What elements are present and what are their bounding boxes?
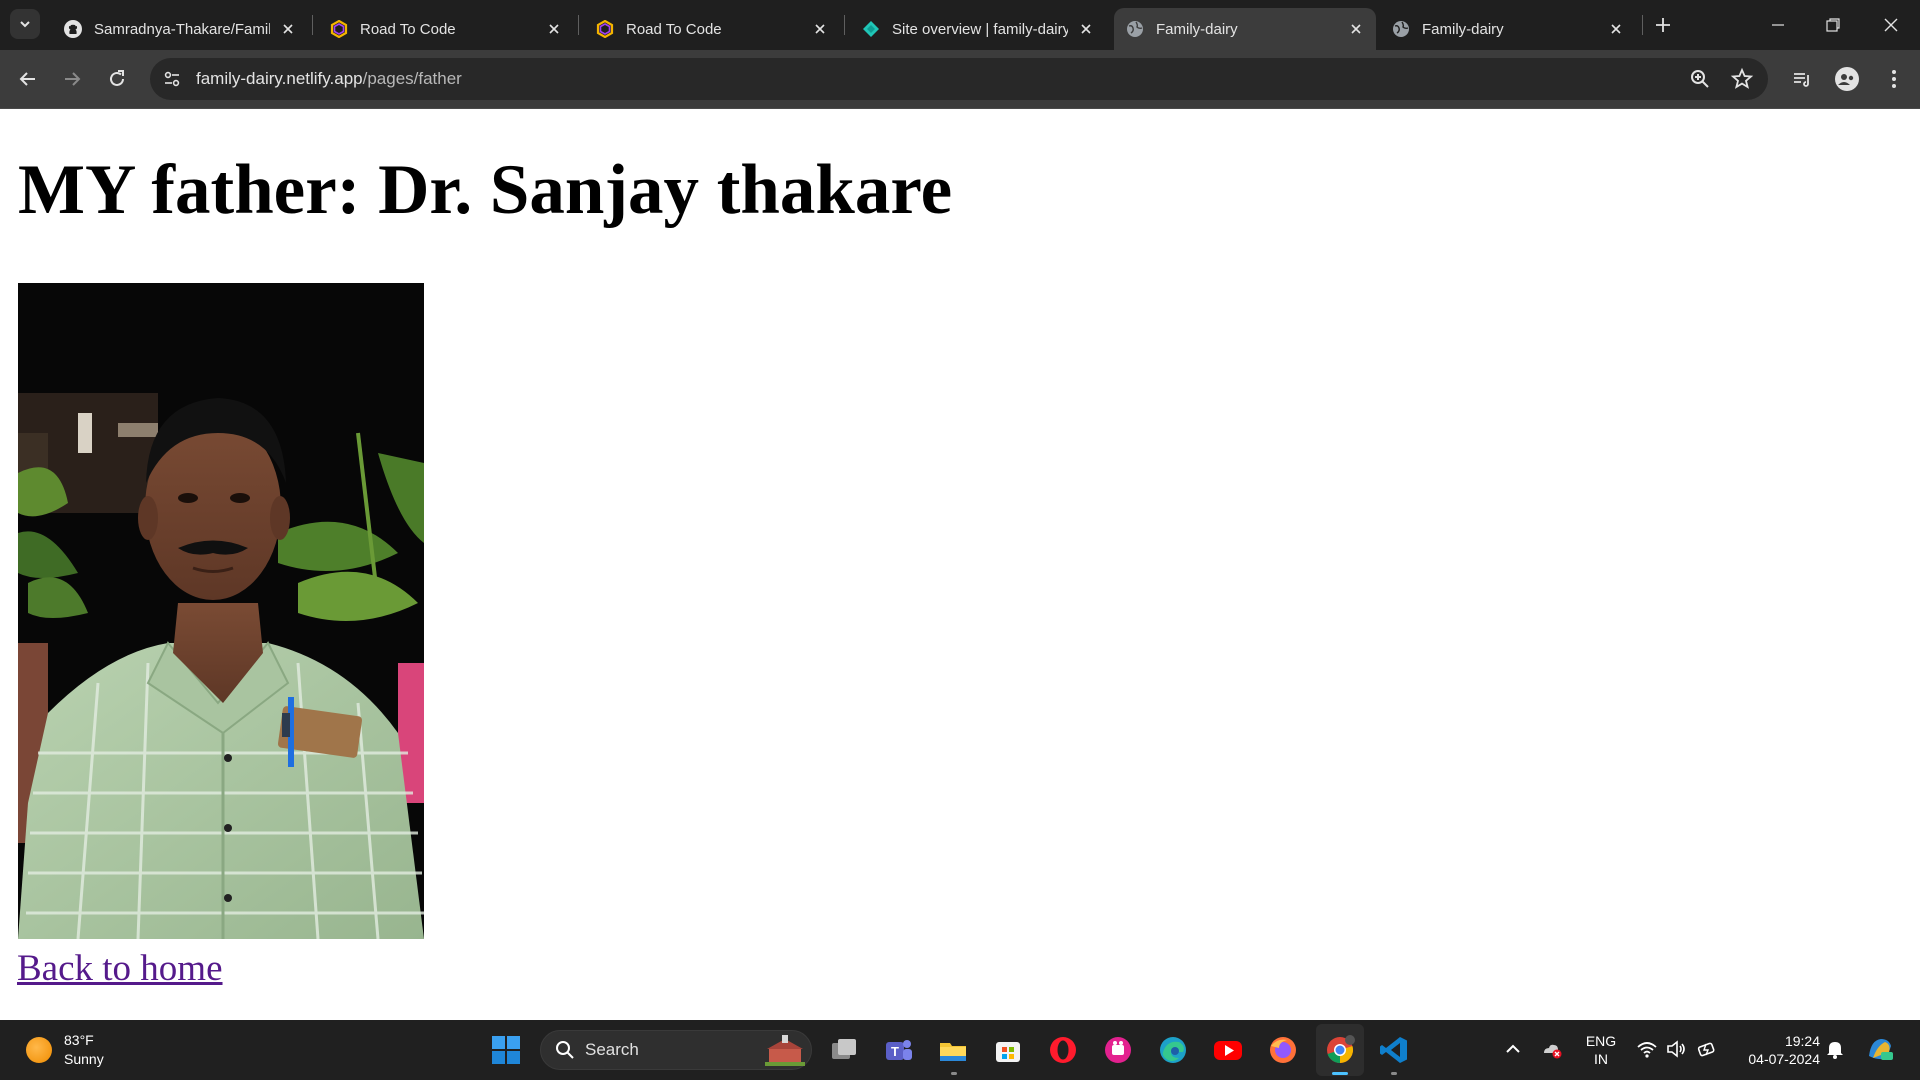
web-page: MY father: Dr. Sanjay thakare Back to ho… <box>0 109 1920 1020</box>
tab-title: Road To Code <box>360 20 456 38</box>
clock-date: 04-07-2024 <box>1748 1051 1820 1067</box>
tab-separator <box>578 15 579 35</box>
tab-title: Site overview | family-dairy <box>892 20 1068 38</box>
running-indicator <box>1391 1072 1397 1075</box>
weather-temp: 83°F <box>64 1032 94 1048</box>
tab-netlify[interactable]: Site overview | family-dairy <box>850 8 1106 50</box>
bookmark-star-icon[interactable] <box>1730 67 1754 91</box>
teams-icon[interactable]: T <box>882 1034 914 1066</box>
tab-separator <box>844 15 845 35</box>
close-window-icon[interactable] <box>1879 13 1903 37</box>
tab-road-to-code-2[interactable]: Road To Code <box>584 8 840 50</box>
taskbar-search[interactable]: Search <box>540 1030 812 1070</box>
close-icon[interactable] <box>1078 21 1094 37</box>
back-arrow-icon[interactable] <box>16 67 40 91</box>
road-to-code-icon <box>596 20 614 38</box>
language-indicator[interactable]: ENG IN <box>1582 1032 1620 1068</box>
close-icon[interactable] <box>812 21 828 37</box>
youtube-icon[interactable] <box>1212 1034 1244 1066</box>
chrome-icon[interactable] <box>1324 1034 1356 1066</box>
forward-arrow-icon[interactable] <box>60 67 84 91</box>
page-heading: MY father: Dr. Sanjay thakare <box>18 151 953 229</box>
weather-widget[interactable]: 83°F Sunny <box>26 1031 104 1069</box>
file-explorer-icon[interactable] <box>937 1034 969 1066</box>
search-label: Search <box>585 1040 639 1059</box>
wifi-icon[interactable] <box>1636 1038 1658 1060</box>
url-text: family-dairy.netlify.app/pages/father <box>196 69 462 89</box>
close-icon[interactable] <box>546 21 562 37</box>
kebab-menu-icon[interactable] <box>1882 67 1906 91</box>
address-bar[interactable]: family-dairy.netlify.app/pages/father <box>150 58 1768 100</box>
close-icon[interactable] <box>1348 21 1364 37</box>
tab-github[interactable]: Samradnya-Thakare/Family <box>52 8 308 50</box>
copilot-icon[interactable] <box>1865 1034 1895 1064</box>
notification-bell-icon[interactable] <box>1824 1038 1846 1060</box>
weather-text: 83°F Sunny <box>64 1031 104 1069</box>
profile-avatar-icon[interactable] <box>1834 66 1860 92</box>
task-view-icon[interactable] <box>828 1034 860 1066</box>
svg-text:T: T <box>891 1044 899 1059</box>
vscode-icon[interactable] <box>1378 1034 1410 1066</box>
road-to-code-icon <box>330 20 348 38</box>
clock-time: 19:24 <box>1784 1033 1820 1049</box>
url-path: /pages/father <box>362 69 462 88</box>
close-icon[interactable] <box>280 21 296 37</box>
running-indicator-active <box>1332 1072 1348 1075</box>
tab-separator <box>1642 15 1643 35</box>
site-info-icon[interactable] <box>162 69 182 89</box>
zoom-icon[interactable] <box>1688 67 1712 91</box>
microsoft-store-icon[interactable] <box>992 1034 1024 1066</box>
close-icon[interactable] <box>1608 21 1624 37</box>
clipchamp-icon[interactable] <box>1102 1034 1134 1066</box>
tab-family-dairy-active[interactable]: Family-dairy <box>1114 8 1376 50</box>
firefox-icon[interactable] <box>1267 1034 1299 1066</box>
restore-icon[interactable] <box>1821 13 1845 37</box>
reload-icon[interactable] <box>105 67 129 91</box>
media-controls-icon[interactable] <box>1790 67 1814 91</box>
tab-title: Samradnya-Thakare/Family <box>94 20 270 38</box>
tab-strip: Samradnya-Thakare/Family Road To Code Ro… <box>0 0 1920 50</box>
netlify-icon <box>863 21 879 37</box>
search-icon <box>556 1041 574 1059</box>
onedrive-error-icon[interactable] <box>1541 1038 1563 1060</box>
browser-toolbar: family-dairy.netlify.app/pages/father <box>0 50 1920 108</box>
tab-separator <box>312 15 313 35</box>
tab-title: Family-dairy <box>1156 20 1238 38</box>
minimize-icon[interactable] <box>1766 13 1790 37</box>
globe-icon <box>1393 21 1409 37</box>
windows-taskbar: 83°F Sunny Search T ENG IN 19:24 04-07-2… <box>0 1020 1920 1080</box>
clock[interactable]: 19:24 04-07-2024 <box>1734 1032 1820 1068</box>
tab-search-button[interactable] <box>10 9 40 39</box>
tab-road-to-code[interactable]: Road To Code <box>318 8 574 50</box>
battery-charging-icon[interactable] <box>1696 1038 1718 1060</box>
lang-top: ENG <box>1585 1033 1617 1049</box>
volume-icon[interactable] <box>1665 1038 1687 1060</box>
tab-title: Family-dairy <box>1422 20 1504 38</box>
sun-icon <box>26 1037 52 1063</box>
back-to-home-link[interactable]: Back to home <box>17 947 223 990</box>
chevron-up-icon[interactable] <box>1502 1038 1524 1060</box>
new-tab-plus-icon[interactable] <box>1651 13 1675 37</box>
chevron-down-icon <box>20 21 30 28</box>
weather-desc: Sunny <box>64 1051 104 1067</box>
tab-family-dairy[interactable]: Family-dairy <box>1380 8 1636 50</box>
opera-icon[interactable] <box>1047 1034 1079 1066</box>
globe-icon <box>1127 21 1143 37</box>
url-host: family-dairy.netlify.app <box>196 69 363 88</box>
windows-start-icon[interactable] <box>490 1034 522 1066</box>
edge-icon[interactable] <box>1157 1034 1189 1066</box>
father-photo <box>18 283 424 939</box>
lang-bottom: IN <box>1594 1051 1608 1067</box>
tab-title: Road To Code <box>626 20 722 38</box>
running-indicator <box>951 1072 957 1075</box>
github-icon <box>64 20 82 38</box>
portrait-image <box>18 283 424 939</box>
search-highlight-building-icon <box>765 1035 805 1066</box>
